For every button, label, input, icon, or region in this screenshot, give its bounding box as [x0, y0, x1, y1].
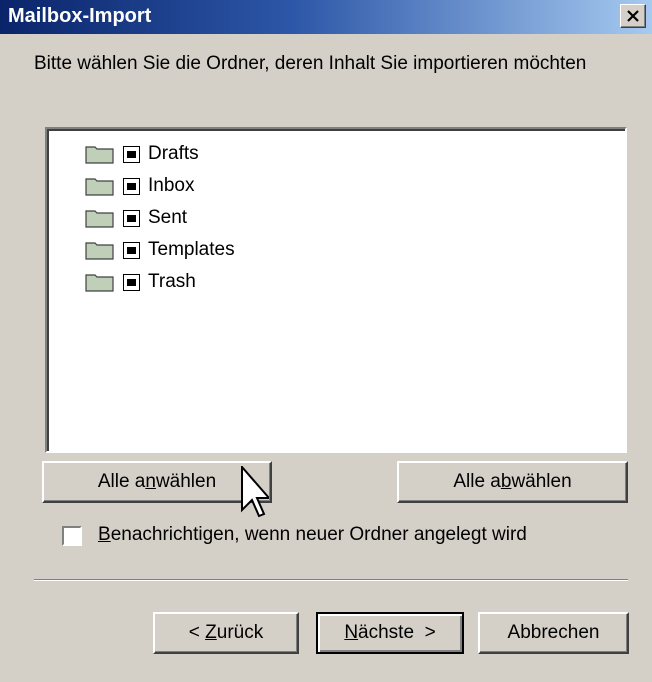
notify-label-text: enachrichtigen, wenn neuer Ordner angele…: [110, 524, 527, 545]
close-icon: [627, 10, 639, 22]
folder-checkbox[interactable]: [123, 209, 140, 227]
list-item[interactable]: Drafts: [85, 139, 199, 169]
next-label-key: N: [344, 622, 359, 643]
folder-checkbox[interactable]: [123, 273, 140, 291]
folder-icon: [85, 178, 114, 196]
instruction-text: Bitte wählen Sie die Ordner, deren Inhal…: [34, 53, 587, 74]
list-item[interactable]: Trash: [85, 267, 196, 297]
select-all-label-post: wählen: [155, 471, 217, 492]
notify-label-key: B: [98, 524, 111, 545]
list-item[interactable]: Inbox: [85, 171, 194, 201]
deselect-all-button[interactable]: Alle abwählen: [397, 461, 628, 503]
next-button[interactable]: Nächste >: [316, 612, 464, 654]
deselect-all-label-key: b: [500, 471, 512, 492]
deselect-all-label-pre: Alle a: [453, 471, 501, 492]
mouse-cursor-icon: [241, 466, 269, 518]
folder-checkbox[interactable]: [123, 177, 140, 195]
back-button[interactable]: < Zurück: [153, 612, 299, 654]
next-label-post: ächste >: [358, 622, 436, 643]
folder-checkbox[interactable]: [123, 241, 140, 259]
separator: [34, 579, 628, 581]
list-item[interactable]: Templates: [85, 235, 235, 265]
back-label-key: Z: [205, 622, 217, 643]
back-label-pre: <: [188, 622, 206, 643]
folder-label: Inbox: [148, 175, 195, 196]
deselect-all-label-post: wählen: [511, 471, 572, 492]
title-bar[interactable]: Mailbox-Import: [0, 0, 652, 34]
cancel-button[interactable]: Abbrechen: [478, 612, 629, 654]
select-all-label-key: n: [145, 471, 156, 492]
folder-icon: [85, 242, 114, 260]
select-all-button[interactable]: Alle anwählen: [42, 461, 272, 503]
folder-icon: [85, 274, 114, 292]
folder-checkbox[interactable]: [123, 145, 140, 163]
folder-icon: [85, 210, 114, 228]
window-title: Mailbox-Import: [8, 5, 152, 27]
notify-checkbox-label[interactable]: Benachrichtigen, wenn neuer Ordner angel…: [98, 524, 527, 546]
select-all-label-pre: Alle a: [97, 471, 146, 492]
folder-label: Sent: [148, 207, 188, 228]
folder-label: Trash: [148, 271, 196, 292]
close-button[interactable]: [620, 4, 646, 28]
back-label-post: urück: [216, 622, 264, 643]
folder-label: Drafts: [148, 143, 199, 164]
folder-list[interactable]: Drafts Inbox Sent Templates Trash: [45, 127, 627, 453]
folder-label: Templates: [148, 239, 235, 260]
notify-checkbox[interactable]: [62, 526, 82, 546]
folder-icon: [85, 146, 114, 164]
list-item[interactable]: Sent: [85, 203, 187, 233]
